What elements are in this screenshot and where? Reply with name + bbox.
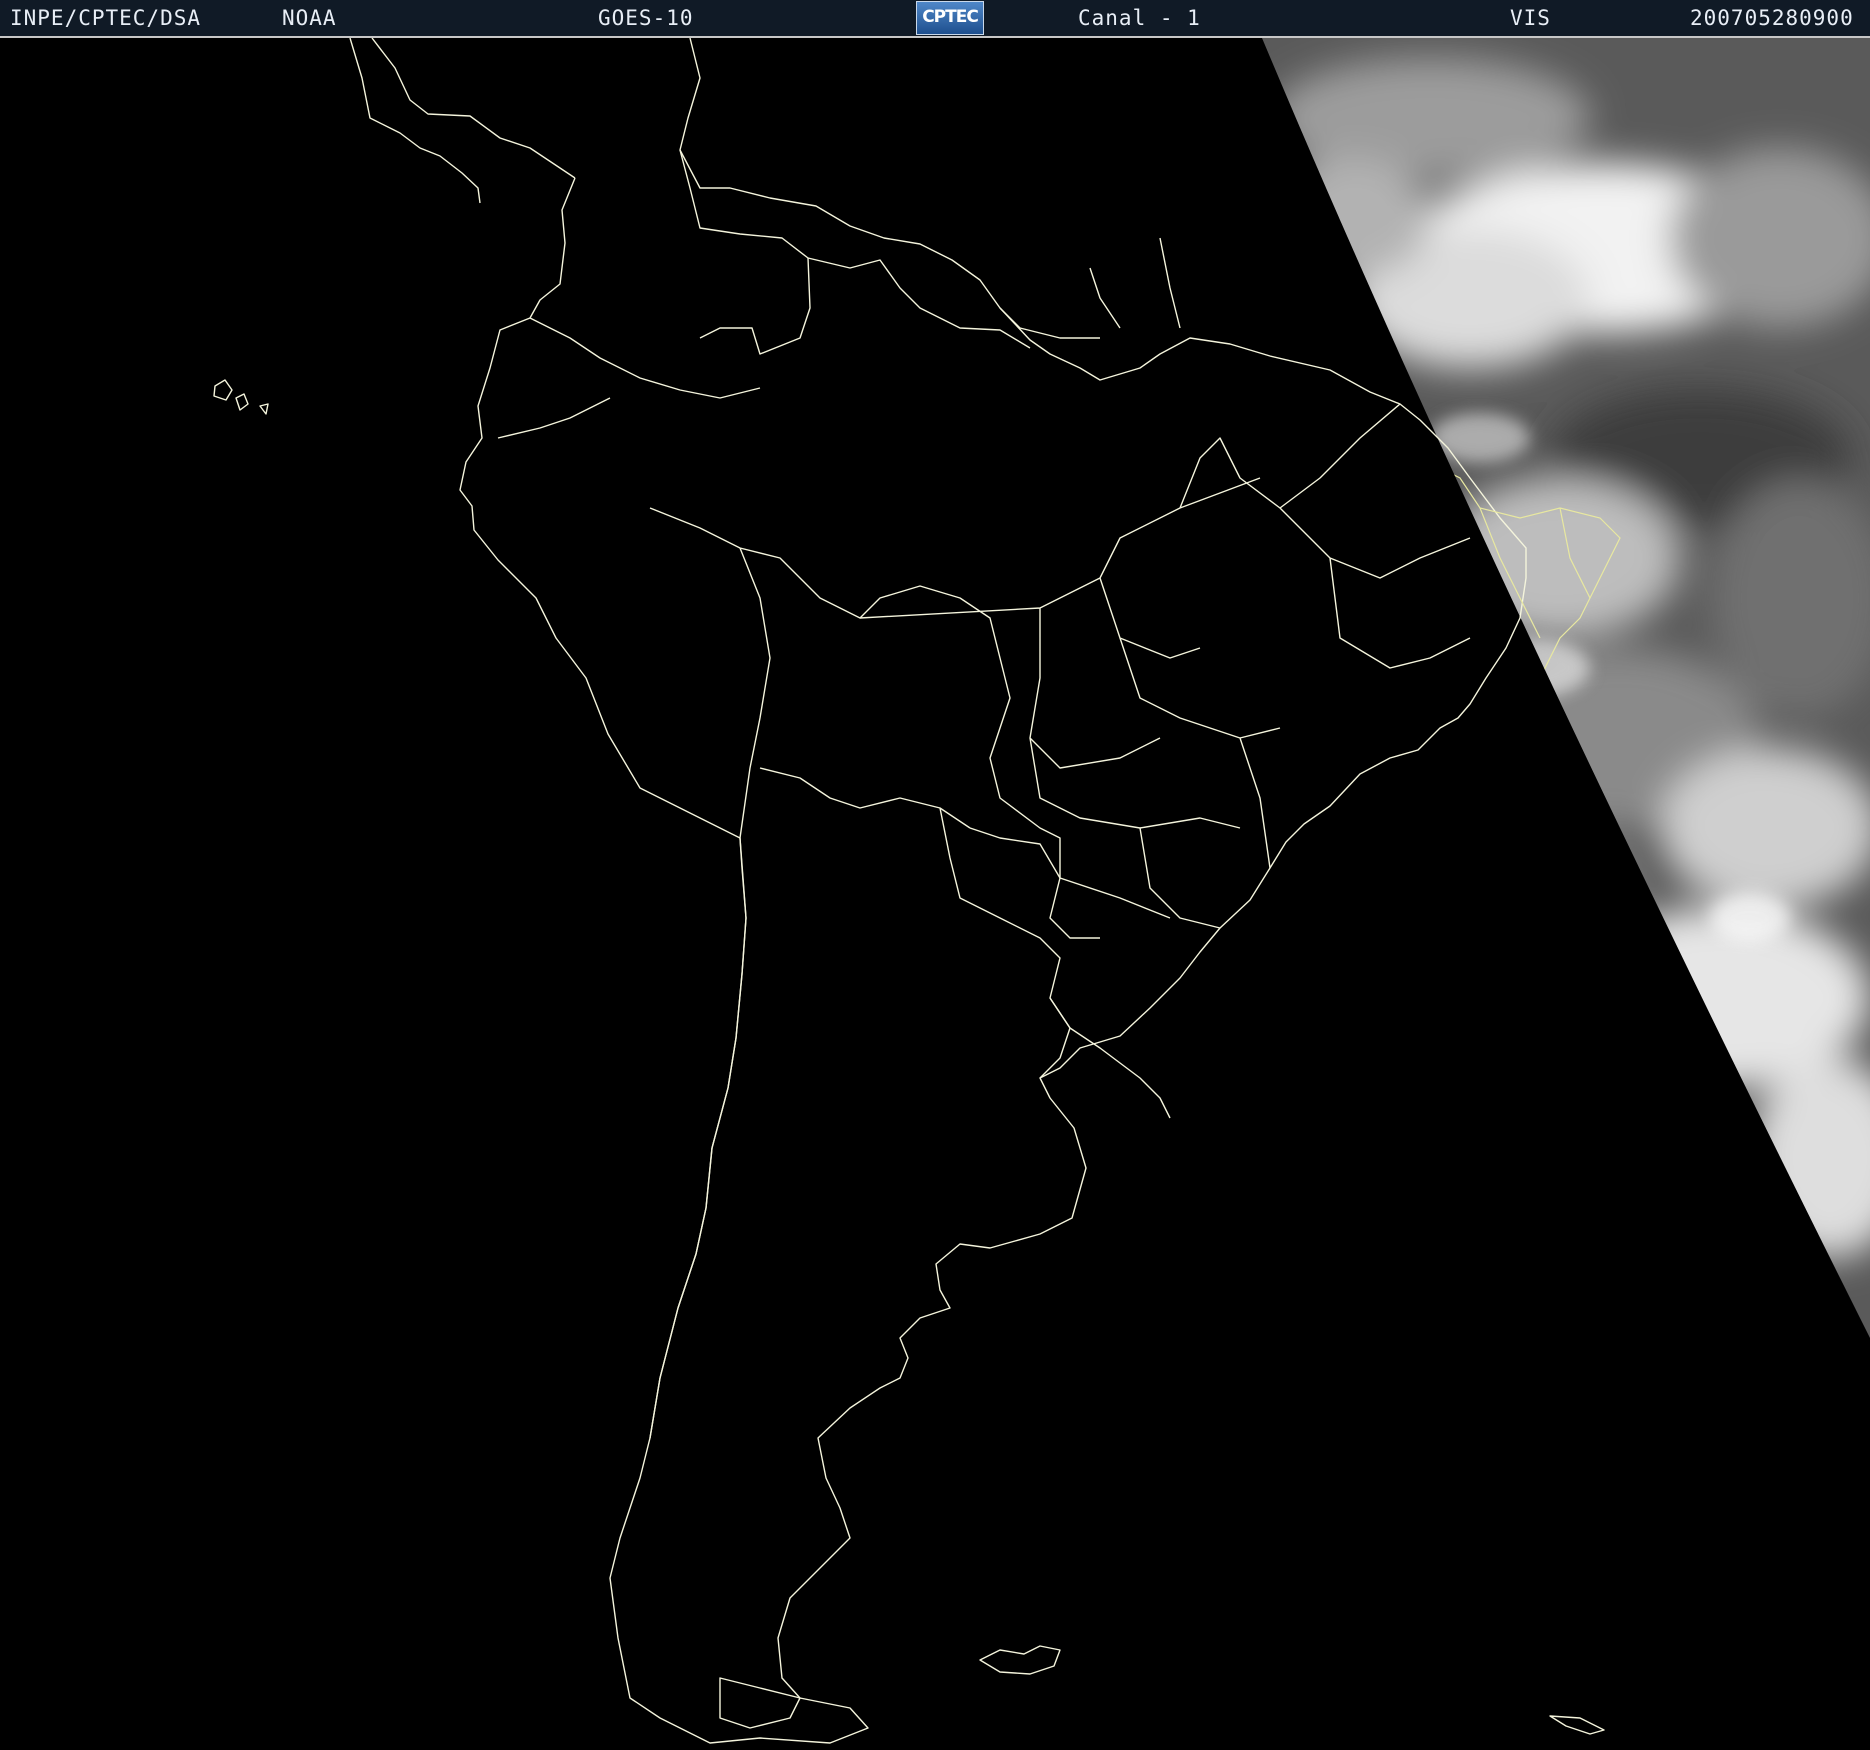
cptec-logo: CPTEC — [916, 1, 984, 35]
institution-label: INPE/CPTEC/DSA — [10, 6, 202, 30]
timestamp-label: 200705280900 — [1690, 6, 1854, 30]
image-header-bar: INPE/CPTEC/DSA NOAA GOES-10 CPTEC Canal … — [0, 0, 1870, 36]
agency-label: NOAA — [282, 6, 337, 30]
satellite-image-viewer: INPE/CPTEC/DSA NOAA GOES-10 CPTEC Canal … — [0, 0, 1870, 1750]
band-label: VIS — [1510, 6, 1551, 30]
satellite-imagery — [0, 36, 1870, 1750]
satellite-label: GOES-10 — [598, 6, 694, 30]
south-america-map — [0, 38, 1870, 1750]
channel-label: Canal - 1 — [1078, 6, 1201, 30]
